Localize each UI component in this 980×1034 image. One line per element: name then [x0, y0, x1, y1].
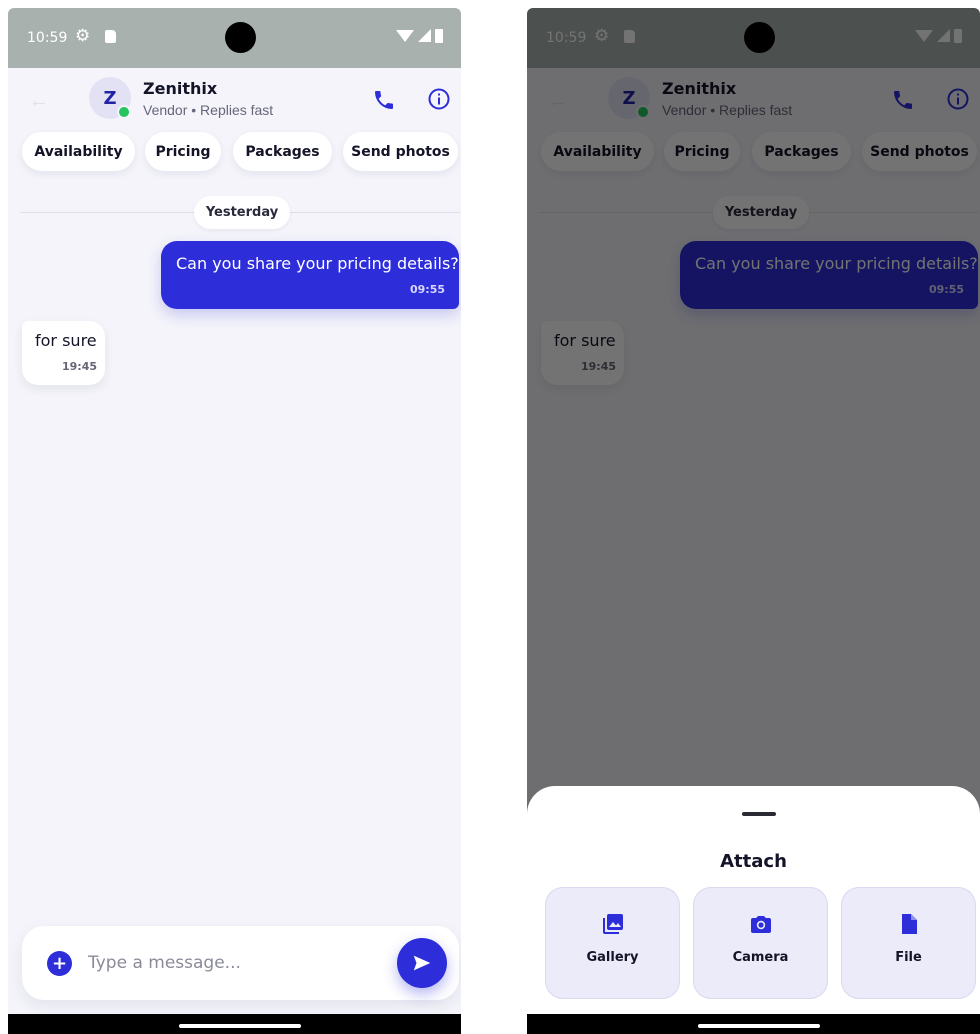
- message-composer: +: [22, 926, 459, 1000]
- chat-header: ← Z Zenithix Vendor • Replies fast: [8, 68, 461, 134]
- attach-camera-button[interactable]: Camera: [693, 887, 828, 999]
- chip-packages[interactable]: Packages: [233, 132, 332, 171]
- attach-file-button[interactable]: File: [841, 887, 976, 999]
- send-button[interactable]: [397, 938, 447, 988]
- status-icons: [396, 28, 443, 44]
- date-pill: Yesterday: [194, 196, 290, 229]
- navigation-bar: [8, 1014, 461, 1034]
- attach-option-label: File: [895, 950, 922, 965]
- navigation-bar: [527, 1014, 980, 1034]
- chip-send-photos[interactable]: Send photos: [343, 132, 458, 171]
- attach-bottom-sheet: Attach Gallery Camera File: [527, 786, 980, 1014]
- home-handle[interactable]: [179, 1024, 301, 1028]
- info-icon[interactable]: [427, 87, 451, 111]
- send-icon: [413, 955, 431, 971]
- home-handle[interactable]: [698, 1024, 820, 1028]
- sheet-title: Attach: [720, 851, 787, 872]
- attach-option-label: Camera: [732, 950, 789, 965]
- outgoing-message-bubble[interactable]: Can you share your pricing details? 09:5…: [161, 241, 459, 309]
- phone-screen-chat: 10:59 ⚙ ← Z Zenithix Vendor • Replies fa…: [8, 8, 461, 1034]
- camera-icon: [750, 916, 771, 933]
- attach-plus-button[interactable]: +: [47, 951, 72, 976]
- sheet-drag-handle[interactable]: [742, 812, 776, 816]
- attach-option-label: Gallery: [586, 950, 639, 965]
- message-text: Can you share your pricing details?: [176, 254, 459, 273]
- status-time: 10:59: [27, 30, 68, 46]
- vendor-name: Zenithix: [143, 79, 218, 98]
- message-time: 09:55: [409, 283, 445, 296]
- chip-availability[interactable]: Availability: [22, 132, 135, 171]
- camera-cutout: [225, 22, 256, 53]
- chip-pricing[interactable]: Pricing: [145, 132, 221, 171]
- file-icon: [901, 914, 917, 934]
- quick-reply-chips: Availability Pricing Packages Send photo…: [8, 132, 461, 174]
- vendor-status: Vendor • Replies fast: [143, 102, 274, 118]
- back-arrow-icon[interactable]: ←: [29, 91, 49, 111]
- attach-gallery-button[interactable]: Gallery: [545, 887, 680, 999]
- wifi-icon: [396, 30, 414, 42]
- message-time: 19:45: [62, 360, 98, 373]
- phone-call-icon[interactable]: [372, 88, 396, 112]
- online-status-dot: [117, 105, 131, 119]
- message-input[interactable]: [88, 949, 378, 977]
- chat-screen-dimmed: 10:59 ⚙ ← Z Zenithix Vendor • Replies fa…: [527, 8, 980, 1034]
- gallery-icon: [602, 914, 623, 934]
- sd-card-icon: [105, 30, 116, 43]
- battery-icon: [435, 29, 443, 43]
- signal-icon: [418, 29, 431, 42]
- message-text: for sure: [35, 331, 97, 350]
- status-bar: 10:59 ⚙: [8, 8, 461, 68]
- phone-screen-attach: 10:59 ⚙ ← Z Zenithix Vendor • Replies fa…: [527, 8, 980, 1034]
- settings-icon: ⚙: [75, 26, 91, 45]
- date-separator: Yesterday: [20, 196, 461, 232]
- chat-screen: 10:59 ⚙ ← Z Zenithix Vendor • Replies fa…: [8, 8, 461, 1034]
- incoming-message-bubble[interactable]: for sure 19:45: [22, 321, 105, 385]
